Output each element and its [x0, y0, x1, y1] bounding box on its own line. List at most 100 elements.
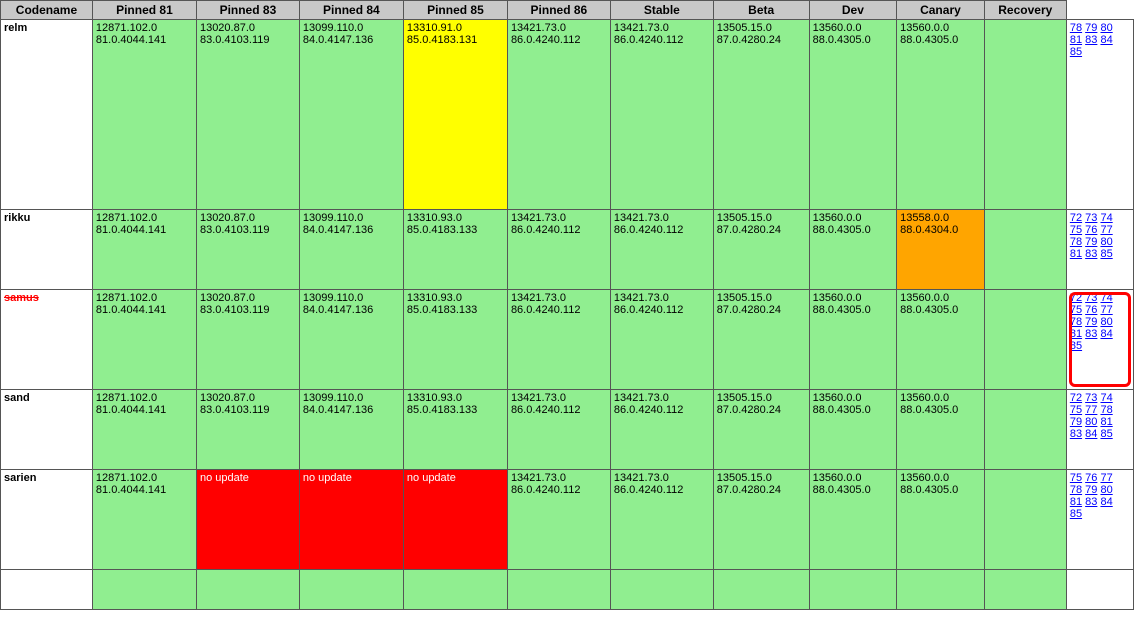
recovery-cell: 78 79 80 81 83 84 85	[1066, 20, 1133, 210]
recovery-link[interactable]: 78	[1070, 484, 1082, 496]
version-cell: 13020.87.083.0.4103.119	[196, 20, 299, 210]
recovery-link[interactable]: 81	[1070, 496, 1082, 508]
recovery-link[interactable]: 74	[1100, 212, 1112, 224]
version-cell	[713, 570, 809, 610]
table-row	[1, 570, 1134, 610]
version-cell: 13560.0.088.0.4305.0	[897, 20, 985, 210]
recovery-link[interactable]: 72	[1070, 292, 1082, 304]
recovery-link[interactable]: 80	[1100, 316, 1112, 328]
version-cell	[403, 570, 507, 610]
column-header-canary: Canary	[897, 1, 985, 20]
recovery-link[interactable]: 78	[1070, 316, 1082, 328]
version-cell: 13310.93.085.0.4183.133	[403, 390, 507, 470]
column-header-codename: Codename	[1, 1, 93, 20]
recovery-link[interactable]: 75	[1070, 224, 1082, 236]
version-cell: 13310.91.085.0.4183.131	[403, 20, 507, 210]
version-cell	[196, 570, 299, 610]
recovery-link[interactable]: 81	[1070, 248, 1082, 260]
recovery-link[interactable]: 73	[1085, 392, 1097, 404]
recovery-link[interactable]: 80	[1100, 22, 1112, 34]
codename-cell: sand	[1, 390, 93, 470]
recovery-link[interactable]: 77	[1085, 404, 1097, 416]
version-cell	[610, 570, 713, 610]
recovery-link[interactable]: 73	[1085, 212, 1097, 224]
version-cell: 12871.102.081.0.4044.141	[92, 20, 196, 210]
recovery-link[interactable]: 76	[1085, 472, 1097, 484]
recovery-link[interactable]: 73	[1085, 292, 1097, 304]
recovery-link[interactable]: 75	[1070, 404, 1082, 416]
recovery-link[interactable]: 75	[1070, 304, 1082, 316]
recovery-link[interactable]: 79	[1085, 236, 1097, 248]
recovery-link[interactable]: 83	[1070, 428, 1082, 440]
version-cell: 13560.0.088.0.4305.0	[809, 390, 897, 470]
recovery-link[interactable]: 78	[1070, 22, 1082, 34]
recovery-link[interactable]: 84	[1085, 428, 1097, 440]
version-cell: no update	[196, 470, 299, 570]
version-cell: 13505.15.087.0.4280.24	[713, 390, 809, 470]
column-header-recovery: Recovery	[984, 1, 1066, 20]
version-cell: 13020.87.083.0.4103.119	[196, 210, 299, 290]
version-cell: 13560.0.088.0.4305.0	[809, 290, 897, 390]
table-row: sarien12871.102.081.0.4044.141no updaten…	[1, 470, 1134, 570]
recovery-link[interactable]: 74	[1100, 292, 1112, 304]
column-header-stable: Stable	[610, 1, 713, 20]
version-cell: 13505.15.087.0.4280.24	[713, 470, 809, 570]
recovery-link[interactable]: 83	[1085, 248, 1097, 260]
recovery-link[interactable]: 85	[1070, 46, 1082, 58]
recovery-link[interactable]: 79	[1070, 416, 1082, 428]
version-cell: 13560.0.088.0.4305.0	[809, 20, 897, 210]
version-cell: 13421.73.086.0.4240.112	[507, 390, 610, 470]
version-cell	[984, 20, 1066, 210]
recovery-link[interactable]: 80	[1100, 484, 1112, 496]
recovery-link[interactable]: 74	[1100, 392, 1112, 404]
recovery-link[interactable]: 79	[1085, 484, 1097, 496]
version-cell: 13421.73.086.0.4240.112	[507, 470, 610, 570]
recovery-link[interactable]: 77	[1100, 304, 1112, 316]
recovery-link[interactable]: 72	[1070, 392, 1082, 404]
table-row: relm12871.102.081.0.4044.14113020.87.083…	[1, 20, 1134, 210]
codename-cell: relm	[1, 20, 93, 210]
recovery-link[interactable]: 84	[1100, 496, 1112, 508]
recovery-link[interactable]: 85	[1070, 340, 1082, 352]
recovery-link[interactable]: 84	[1100, 328, 1112, 340]
version-cell: 13421.73.086.0.4240.112	[507, 20, 610, 210]
recovery-link[interactable]: 81	[1070, 328, 1082, 340]
version-cell: 12871.102.081.0.4044.141	[92, 470, 196, 570]
recovery-link[interactable]: 85	[1100, 428, 1112, 440]
version-cell: 13560.0.088.0.4305.0	[897, 290, 985, 390]
recovery-link[interactable]: 85	[1070, 508, 1082, 520]
recovery-link[interactable]: 80	[1100, 236, 1112, 248]
recovery-cell: 72 73 74 75 76 77 78 79 80 81 83 85	[1066, 210, 1133, 290]
codename-cell: rikku	[1, 210, 93, 290]
recovery-link[interactable]: 77	[1100, 224, 1112, 236]
version-cell: 13421.73.086.0.4240.112	[610, 210, 713, 290]
version-cell: 13099.110.084.0.4147.136	[299, 210, 403, 290]
recovery-link[interactable]: 81	[1070, 34, 1082, 46]
recovery-link[interactable]: 78	[1070, 236, 1082, 248]
version-cell: 13421.73.086.0.4240.112	[610, 290, 713, 390]
recovery-link[interactable]: 84	[1100, 34, 1112, 46]
recovery-cell: 72 73 74 75 76 77 78 79 80 81 83 84 85	[1066, 290, 1133, 390]
version-cell	[984, 570, 1066, 610]
column-header-dev: Dev	[809, 1, 897, 20]
version-cell	[984, 390, 1066, 470]
recovery-link[interactable]: 79	[1085, 22, 1097, 34]
recovery-link[interactable]: 79	[1085, 316, 1097, 328]
recovery-link[interactable]: 80	[1085, 416, 1097, 428]
version-cell	[92, 570, 196, 610]
recovery-link[interactable]: 75	[1070, 472, 1082, 484]
version-cell: 13099.110.084.0.4147.136	[299, 20, 403, 210]
recovery-link[interactable]: 72	[1070, 212, 1082, 224]
recovery-link[interactable]: 76	[1085, 224, 1097, 236]
recovery-link[interactable]: 78	[1100, 404, 1112, 416]
recovery-link[interactable]: 85	[1100, 248, 1112, 260]
recovery-link[interactable]: 83	[1085, 328, 1097, 340]
version-cell: 12871.102.081.0.4044.141	[92, 210, 196, 290]
version-cell	[299, 570, 403, 610]
version-cell: 13310.93.085.0.4183.133	[403, 290, 507, 390]
recovery-link[interactable]: 83	[1085, 496, 1097, 508]
recovery-link[interactable]: 83	[1085, 34, 1097, 46]
recovery-link[interactable]: 81	[1100, 416, 1112, 428]
recovery-link[interactable]: 76	[1085, 304, 1097, 316]
recovery-link[interactable]: 77	[1100, 472, 1112, 484]
